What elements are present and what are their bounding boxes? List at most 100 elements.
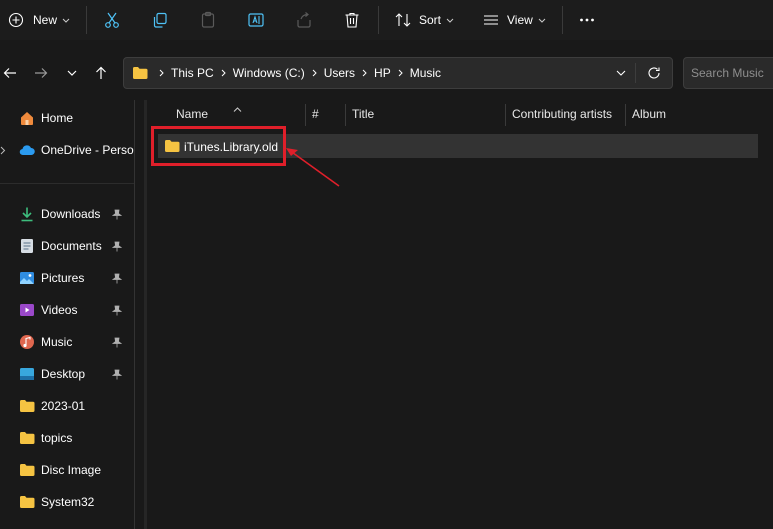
pane-splitter[interactable] [134,100,135,529]
command-bar: New Sort View [0,0,773,40]
sort-icon [393,10,413,30]
sidebar-item-label: Downloads [41,207,101,221]
sidebar-item-label: System32 [41,495,95,509]
sidebar-item-label: 2023-01 [41,399,86,413]
folder-icon [19,430,35,446]
column-header-name[interactable]: Name [176,100,208,128]
sidebar-item-disc-image[interactable]: Disc Image [0,456,134,484]
chevron-right-icon[interactable] [0,146,6,155]
toolbar-separator [86,6,87,34]
arrow-left-icon [3,68,16,78]
chevron-right-icon [221,69,226,77]
more-options-button[interactable] [577,0,597,40]
search-input[interactable]: Search Music [683,57,773,89]
delete-icon [342,10,362,30]
breadcrumb-windows-c[interactable]: Windows (C:) [233,66,305,80]
toolbar-separator [562,6,563,34]
sort-button[interactable]: Sort [393,0,454,40]
copy-button[interactable] [150,0,170,40]
delete-button[interactable] [342,0,362,40]
breadcrumb-users[interactable]: Users [324,66,355,80]
breadcrumb: This PC Windows (C:) Users HP Music [152,66,441,80]
sidebar-item-home[interactable]: Home [0,104,134,132]
chevron-down-icon [446,18,454,23]
scrollbar[interactable] [144,100,147,529]
sidebar-item-desktop[interactable]: Desktop [0,360,134,388]
music-icon [19,334,35,350]
sidebar-item-downloads[interactable]: Downloads [0,200,134,228]
folder-icon [19,398,35,414]
arrow-up-icon [96,66,106,79]
refresh-icon [648,67,660,79]
sidebar-item-system32[interactable]: System32 [0,488,134,516]
sidebar-item-label: Home [41,111,74,125]
sidebar-item-label: Music [41,335,73,349]
chevron-down-icon [62,18,70,23]
plus-circle-icon [6,10,26,30]
cloud-icon [19,142,35,158]
address-actions [607,58,672,88]
arrow-right-icon [35,68,48,78]
column-divider[interactable] [625,104,626,126]
sidebar-item-videos[interactable]: Videos [0,296,134,324]
folder-icon [19,462,35,478]
pin-icon[interactable] [111,368,123,380]
column-header-contributing-artists[interactable]: Contributing artists [512,100,612,128]
chevron-right-icon [362,69,367,77]
pin-icon[interactable] [111,272,123,284]
folder-icon [132,66,148,80]
chevron-right-icon [312,69,317,77]
cut-button[interactable] [102,0,122,40]
column-divider[interactable] [505,104,506,126]
up-button[interactable] [91,62,111,84]
rename-icon [246,10,266,30]
chevron-right-icon [159,69,164,77]
column-header-title[interactable]: Title [352,100,374,128]
chevron-down-icon [538,18,546,23]
search-placeholder: Search Music [691,66,764,80]
column-header-number[interactable]: # [312,100,319,128]
sidebar-item-music[interactable]: Music [0,328,134,356]
sidebar-item-label: Pictures [41,271,85,285]
sidebar-item-onedrive[interactable]: OneDrive - Perso [0,136,134,164]
recent-locations-button[interactable] [62,62,82,84]
pin-icon[interactable] [111,208,123,220]
sidebar-item-label: Disc Image [41,463,102,477]
sidebar-item-2023-01[interactable]: 2023-01 [0,392,134,420]
new-button[interactable]: New [6,0,70,40]
sidebar-item-documents[interactable]: Documents [0,232,134,260]
more-icon [577,10,597,30]
view-label: View [507,13,533,27]
chevron-down-icon [67,70,77,76]
column-divider[interactable] [345,104,346,126]
address-history-button[interactable] [607,70,635,76]
view-button[interactable]: View [481,0,546,40]
pin-icon[interactable] [111,240,123,252]
breadcrumb-hp[interactable]: HP [374,66,391,80]
picture-icon [19,270,35,286]
rename-button[interactable] [246,0,266,40]
sidebar-item-topics[interactable]: topics [0,424,134,452]
breadcrumb-this-pc[interactable]: This PC [171,66,214,80]
forward-button[interactable] [31,62,51,84]
column-divider[interactable] [305,104,306,126]
home-icon [19,110,35,126]
refresh-button[interactable] [636,66,672,80]
share-button[interactable] [294,0,314,40]
address-bar[interactable]: This PC Windows (C:) Users HP Music [123,57,673,89]
sidebar-item-label: OneDrive - Perso [41,143,134,157]
sidebar-item-pictures[interactable]: Pictures [0,264,134,292]
toolbar-separator [378,6,379,34]
pin-icon[interactable] [111,336,123,348]
breadcrumb-music[interactable]: Music [410,66,441,80]
navigation-pane: Home OneDrive - Perso Downloads Document… [0,98,134,529]
pin-icon[interactable] [111,304,123,316]
column-header-album[interactable]: Album [632,100,666,128]
paste-button[interactable] [198,0,218,40]
video-icon [19,302,35,318]
back-button[interactable] [0,62,20,84]
copy-icon [150,10,170,30]
folder-icon [19,494,35,510]
sort-ascending-icon [233,101,242,115]
sidebar-item-label: topics [41,431,73,445]
